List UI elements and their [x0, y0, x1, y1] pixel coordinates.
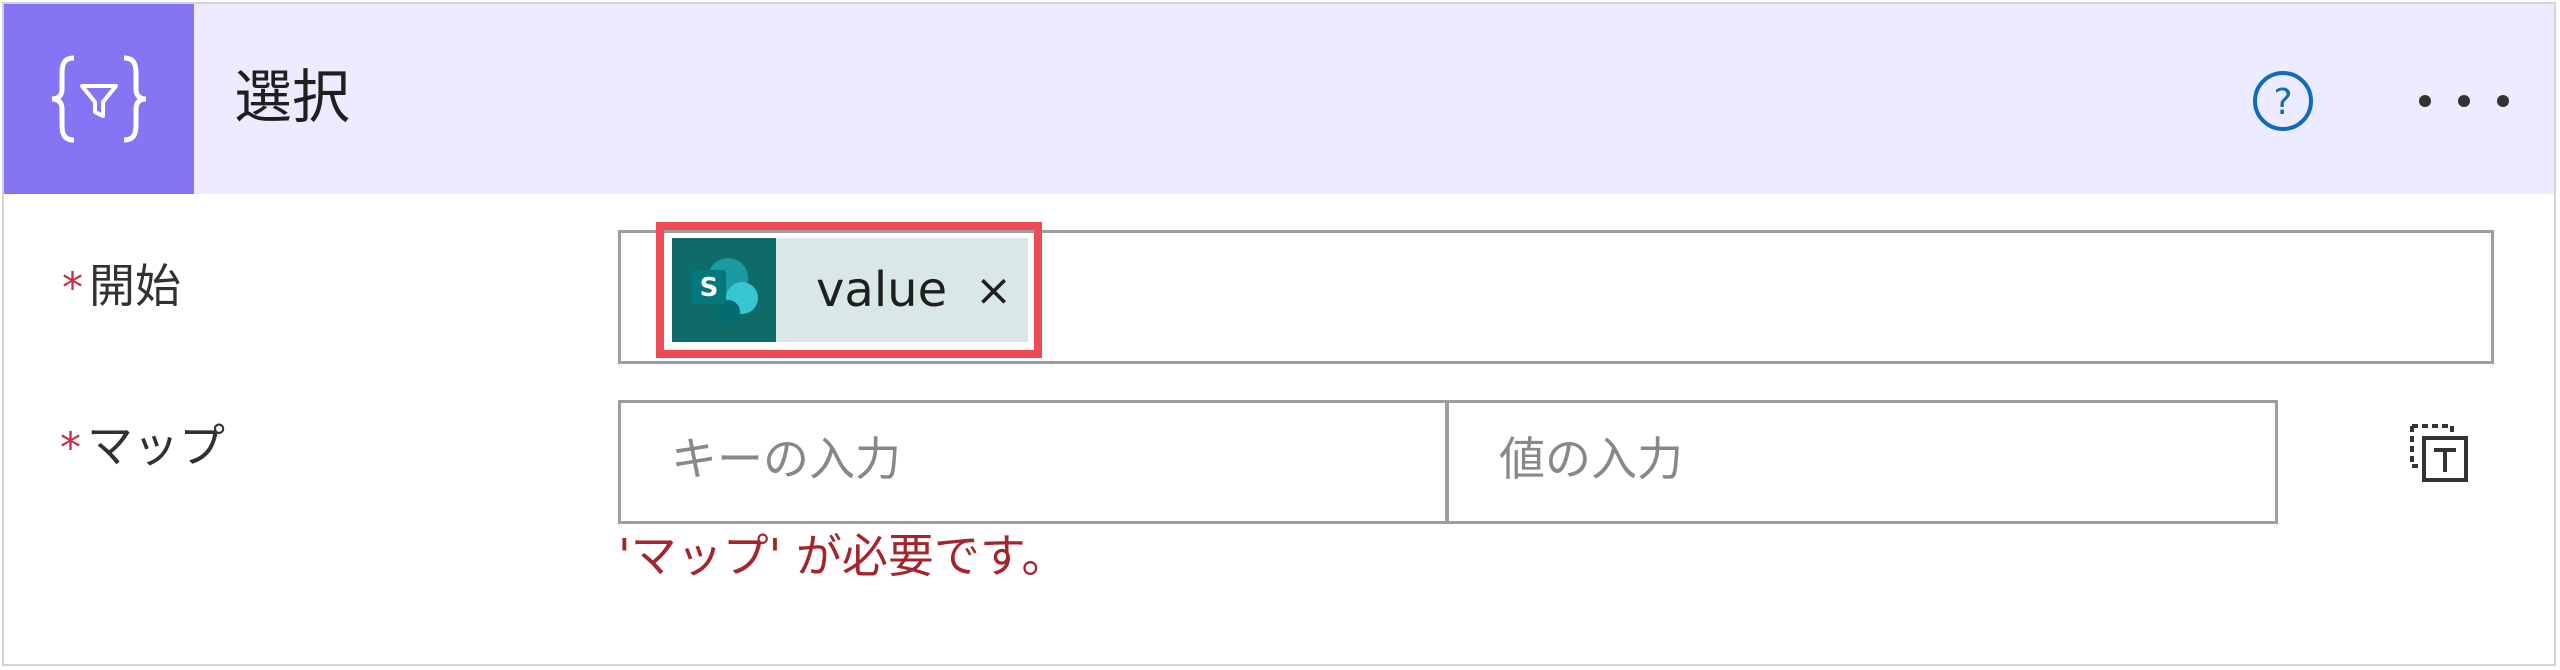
action-title: 選択: [234, 63, 351, 131]
svg-text:?: ?: [2273, 82, 2292, 123]
switch-to-text-mode-button[interactable]: [2406, 420, 2472, 486]
help-button[interactable]: ?: [2252, 70, 2314, 132]
from-label-text: 開始: [89, 259, 181, 313]
help-circle-icon: ?: [2253, 71, 2313, 131]
map-error-message: 'マップ' が必要です。: [618, 529, 1068, 583]
more-options-button[interactable]: [2419, 86, 2509, 116]
map-key-input[interactable]: キーの入力: [618, 400, 1448, 524]
action-header[interactable]: 選択 ?: [4, 4, 2554, 194]
map-label: * マップ: [60, 418, 225, 476]
required-mark: *: [62, 263, 83, 312]
more-icon: [2419, 95, 2431, 107]
text-mode-icon: [2410, 424, 2468, 482]
highlight-box: [656, 222, 1042, 358]
required-mark: *: [60, 423, 81, 472]
action-icon-tile: [4, 4, 194, 194]
map-label-text: マップ: [87, 419, 225, 473]
filter-braces-icon: [51, 55, 147, 143]
map-value-input[interactable]: 値の入力: [1446, 400, 2278, 524]
from-label: * 開始: [62, 258, 181, 316]
